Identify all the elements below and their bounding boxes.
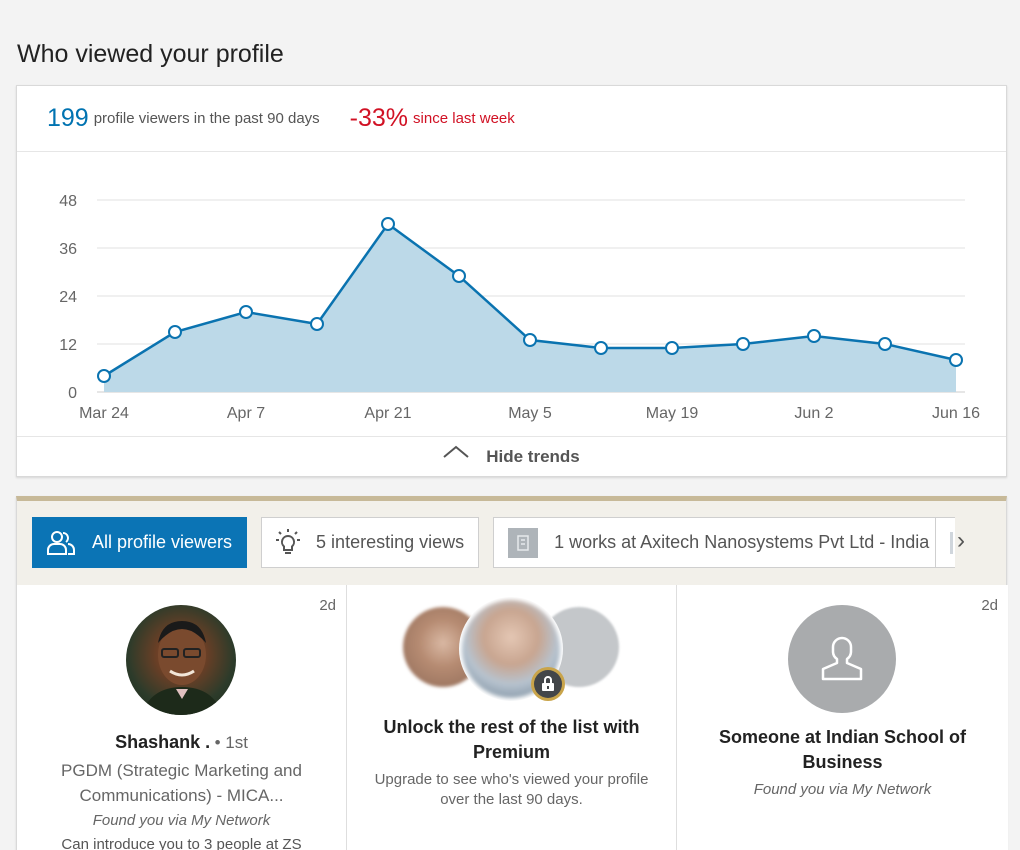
x-tick-label: Apr 21 — [364, 405, 411, 422]
data-point[interactable] — [168, 325, 182, 339]
data-point[interactable] — [310, 317, 324, 331]
viewer-name-line-1: Someone at Indian School of — [718, 727, 967, 747]
viewer-name-line-2: Business — [802, 752, 883, 772]
filter-next-partial[interactable] — [935, 517, 955, 568]
chevron-right-icon[interactable]: › — [957, 529, 965, 553]
data-point[interactable] — [523, 333, 537, 347]
intro-link[interactable]: Can introduce you to 3 people at ZS — [17, 836, 346, 850]
data-point[interactable] — [594, 341, 608, 355]
viewer-name[interactable]: Shashank . — [115, 732, 210, 752]
stats-row: 199 profile viewers in the past 90 days … — [17, 86, 1006, 152]
avatar[interactable] — [126, 605, 236, 715]
change-percent: -33% — [349, 104, 409, 132]
change-label: since last week — [413, 110, 515, 127]
filter-bar: All profile viewers 5 interesting views — [32, 517, 945, 568]
view-age: 2d — [981, 597, 998, 614]
company-icon — [508, 527, 539, 558]
viewers-label: profile viewers in the past 90 days — [93, 110, 320, 127]
data-point[interactable] — [807, 329, 821, 343]
x-tick-label: Jun 2 — [794, 405, 833, 422]
view-age: 2d — [319, 597, 336, 614]
data-point[interactable] — [452, 269, 466, 283]
x-tick-label: May 19 — [646, 405, 699, 422]
premium-desc-line-2: over the last 90 days. — [440, 791, 583, 808]
filter-all-viewers[interactable]: All profile viewers — [32, 517, 248, 568]
filter-company-label: 1 works at Axitech Nanosystems Pvt Ltd -… — [554, 532, 930, 552]
x-tick-label: Jun 16 — [932, 405, 980, 422]
y-tick-label: 36 — [59, 241, 77, 258]
connection-degree: • 1st — [214, 733, 248, 752]
views-trend-chart: 0 12 24 36 48 Mar 24 Apr 7 Apr 21 May 5 May 19 Jun… — [59, 193, 980, 422]
data-point[interactable] — [736, 337, 750, 351]
x-tick-label: Mar 24 — [79, 405, 129, 422]
viewer-headline-line-2: Communications) - MICA... — [79, 786, 284, 805]
data-point[interactable] — [949, 353, 963, 367]
y-tick-label: 48 — [59, 193, 77, 210]
viewer-headline-line-1: PGDM (Strategic Marketing and — [61, 761, 302, 780]
people-icon — [46, 530, 76, 556]
page-title: Who viewed your profile — [17, 40, 284, 68]
found-via: Found you via My Network — [753, 781, 932, 798]
lightbulb-icon — [276, 528, 301, 557]
premium-upsell-tile[interactable]: Unlock the rest of the list with Premium… — [347, 585, 677, 850]
premium-desc-line-1: Upgrade to see who's viewed your profile — [374, 771, 649, 788]
area-fill — [104, 224, 956, 392]
premium-title-line-1: Unlock the rest of the list with — [383, 717, 640, 737]
viewer-tiles: 2d Shashank . • 1st PGDM (Strategic Mark… — [17, 585, 1008, 850]
y-tick-label: 0 — [68, 385, 77, 402]
viewers-count[interactable]: 199 — [47, 104, 89, 133]
data-point[interactable] — [97, 369, 111, 383]
data-point[interactable] — [381, 217, 395, 231]
premium-title-line-2: Premium — [472, 742, 551, 762]
y-tick-label: 24 — [59, 289, 77, 306]
x-tick-label: May 5 — [508, 405, 552, 422]
viewer-tile[interactable]: 2d Shashank . • 1st PGDM (Strategic Mark… — [17, 585, 347, 850]
y-tick-label: 12 — [59, 337, 77, 354]
filter-all-viewers-label: All profile viewers — [92, 532, 233, 552]
data-point[interactable] — [665, 341, 679, 355]
lock-icon — [531, 667, 565, 701]
data-point[interactable] — [878, 337, 892, 351]
found-via: Found you via My Network — [92, 812, 271, 829]
filter-interesting-views-label: 5 interesting views — [316, 532, 465, 552]
data-point[interactable] — [239, 305, 253, 319]
viewers-card: All profile viewers 5 interesting views — [16, 496, 1008, 850]
filter-interesting-views[interactable]: 5 interesting views — [261, 517, 480, 568]
hide-trends-label: Hide trends — [486, 447, 580, 466]
filter-company[interactable]: 1 works at Axitech Nanosystems Pvt Ltd -… — [493, 517, 945, 568]
anonymous-person-icon — [788, 605, 896, 713]
hide-trends-button[interactable]: Hide trends — [17, 436, 1006, 477]
viewer-tile[interactable]: 2d Someone at Indian School of Business … — [677, 585, 1008, 850]
x-tick-label: Apr 7 — [227, 405, 265, 422]
chevron-up-icon — [443, 444, 469, 463]
profile-views-card: 199 profile viewers in the past 90 days … — [16, 85, 1007, 477]
